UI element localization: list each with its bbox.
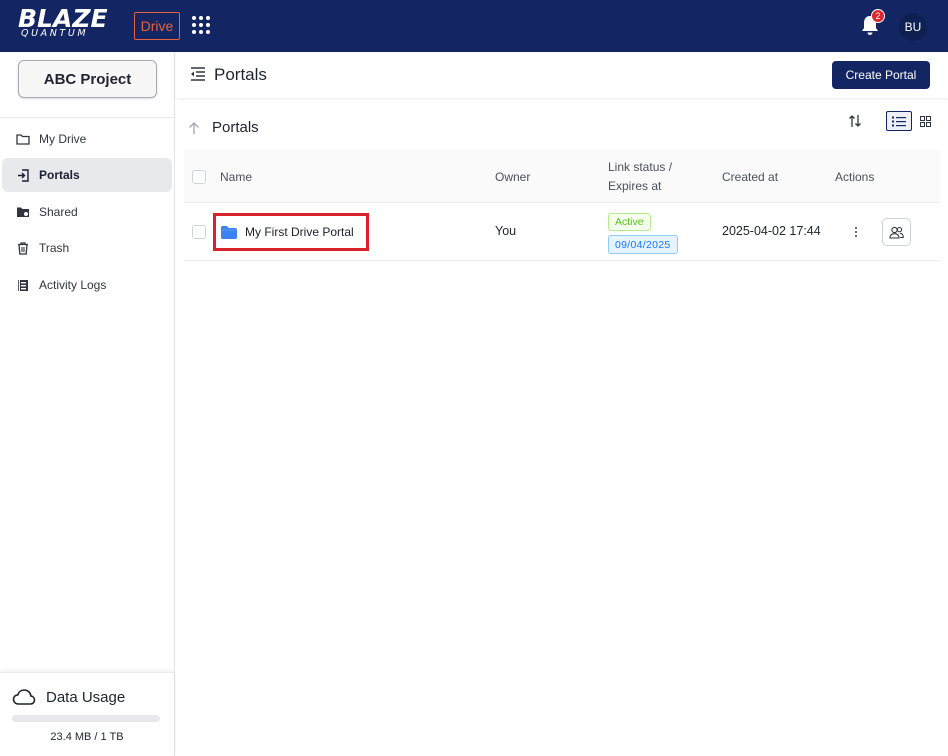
sidebar-divider bbox=[0, 117, 174, 118]
portal-name-cell[interactable]: My First Drive Portal bbox=[213, 213, 369, 251]
grid-view-button[interactable] bbox=[914, 111, 936, 131]
sidebar-item-portals[interactable]: Portals bbox=[2, 158, 172, 192]
notification-count-badge: 2 bbox=[871, 9, 885, 23]
column-header-owner[interactable]: Owner bbox=[495, 168, 530, 187]
data-usage-panel: Data Usage 23.4 MB / 1 TB bbox=[0, 672, 174, 756]
create-portal-button[interactable]: Create Portal bbox=[832, 61, 930, 89]
sidebar-item-label: My Drive bbox=[39, 132, 87, 146]
user-avatar[interactable]: BU bbox=[899, 13, 927, 41]
folder-icon bbox=[221, 225, 237, 239]
shared-folder-icon bbox=[16, 205, 30, 219]
status-badge: Active bbox=[608, 213, 651, 231]
main-header: Portals Create Portal bbox=[176, 52, 948, 98]
sidebar-item-label: Activity Logs bbox=[39, 278, 107, 292]
trash-icon bbox=[16, 241, 30, 255]
sidebar-item-label: Trash bbox=[39, 241, 70, 255]
list-view-button[interactable] bbox=[886, 111, 912, 131]
sidebar-item-activity-logs[interactable]: Activity Logs bbox=[2, 268, 172, 302]
select-all-checkbox[interactable] bbox=[192, 170, 206, 184]
users-icon bbox=[889, 226, 904, 239]
row-checkbox[interactable] bbox=[192, 225, 206, 239]
top-bar: BLAZE QUANTUM Drive 2 BU bbox=[0, 0, 948, 52]
project-selector-button[interactable]: ABC Project bbox=[18, 60, 157, 98]
column-header-name[interactable]: Name bbox=[220, 168, 252, 187]
manage-users-button[interactable] bbox=[882, 218, 911, 246]
arrow-up-icon[interactable] bbox=[188, 121, 200, 135]
data-usage-text: 23.4 MB / 1 TB bbox=[50, 731, 124, 743]
list-view-icon bbox=[892, 116, 906, 126]
portal-created-at: 2025-04-02 17:44 bbox=[722, 224, 821, 238]
data-usage-title: Data Usage bbox=[46, 689, 126, 706]
column-header-actions: Actions bbox=[835, 170, 875, 184]
expiry-date-badge: 09/04/2025 bbox=[608, 235, 678, 254]
column-header-link-status-line2: Expires at bbox=[608, 179, 662, 193]
sidebar-item-label: Portals bbox=[39, 168, 80, 182]
column-header-link-status-line1: Link status / bbox=[608, 160, 673, 174]
cloud-icon bbox=[12, 689, 36, 705]
sidebar-item-trash[interactable]: Trash bbox=[2, 231, 172, 265]
sidebar-item-my-drive[interactable]: My Drive bbox=[2, 122, 172, 156]
column-header-link-status[interactable]: Link status / Expires at bbox=[608, 158, 672, 196]
blaze-quantum-logo[interactable]: BLAZE QUANTUM bbox=[18, 6, 108, 39]
column-header-created-at[interactable]: Created at bbox=[722, 168, 778, 187]
sidebar: ABC Project My Drive Portals Shared Tras… bbox=[0, 52, 175, 756]
section-title: Portals bbox=[212, 119, 259, 136]
activity-log-icon bbox=[16, 278, 30, 292]
data-usage-progress-bar bbox=[12, 715, 160, 722]
view-toggle bbox=[886, 111, 936, 131]
sort-icon[interactable] bbox=[848, 113, 862, 129]
more-actions-icon[interactable] bbox=[852, 225, 860, 239]
portal-enter-icon bbox=[16, 168, 30, 182]
table-header: Name Owner Link status / Expires at Crea… bbox=[184, 150, 940, 203]
grid-view-icon bbox=[919, 115, 931, 127]
folder-outline-icon bbox=[16, 132, 30, 146]
sidebar-item-label: Shared bbox=[39, 205, 78, 219]
table-row[interactable]: My First Drive Portal You Active 09/04/2… bbox=[184, 203, 940, 261]
portal-owner: You bbox=[495, 224, 517, 238]
portal-name-link[interactable]: My First Drive Portal bbox=[245, 225, 354, 239]
app-launcher-icon[interactable] bbox=[192, 16, 210, 34]
page-title: Portals bbox=[214, 65, 267, 84]
drive-app-badge[interactable]: Drive bbox=[134, 12, 180, 40]
menu-fold-icon[interactable] bbox=[190, 67, 206, 81]
sidebar-item-shared[interactable]: Shared bbox=[2, 195, 172, 229]
